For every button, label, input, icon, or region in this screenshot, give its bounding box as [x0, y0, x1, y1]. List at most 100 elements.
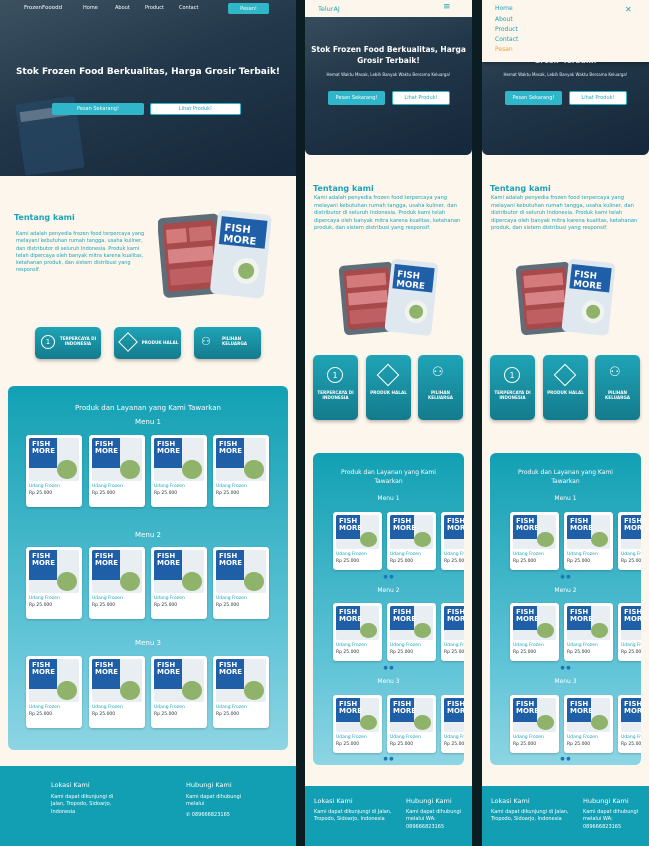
product-card[interactable]: FISHMORE Udang Frozen Rp 25.000	[213, 547, 269, 619]
nav-about[interactable]: About	[115, 5, 130, 11]
mobile-footer: Lokasi Kami Kami dapat dikunjungi di Jal…	[305, 786, 472, 846]
nav-contact[interactable]: Contact	[179, 5, 198, 11]
footer-contact-title: Hubungi Kami	[186, 781, 232, 789]
mobile-hero-subtitle: Hemat Waktu Masak, Lebih Banyak Waktu Be…	[326, 72, 451, 77]
mobile-order-button[interactable]: Pesan Sekarang!	[328, 91, 385, 105]
nav-home[interactable]: Home	[83, 5, 98, 11]
product-image: FISHMORE	[621, 515, 641, 549]
product-card[interactable]: FISHMORE Udang Frozen Rp 25.000	[89, 656, 145, 728]
product-card[interactable]: FISHMORE Udang Frozen Rp 25.000	[441, 512, 464, 570]
product-card[interactable]: FISHMORE Udang Frozen Rp 25.000	[26, 435, 82, 507]
halal-badge-icon	[118, 332, 138, 352]
product-card[interactable]: FISHMORE Udang Frozen Rp 25.000	[26, 656, 82, 728]
product-price: Rp 25.000	[444, 742, 464, 747]
dropdown-product[interactable]: Product	[495, 26, 518, 33]
menu-open-products-section: Produk dan Layanan yang Kami Tawarkan Me…	[490, 453, 641, 765]
footer-phone[interactable]: ✆ 089666823165	[186, 812, 230, 819]
product-card[interactable]: FISHMORE Udang Frozen Rp 25.000	[387, 695, 436, 753]
close-icon[interactable]: ✕	[625, 5, 632, 14]
about-text: Kami adalah penyedia frozen food terperc…	[16, 231, 145, 274]
product-name: Udang Frozen	[513, 552, 544, 557]
menu-open-feature-halal: PRODUK HALAL	[543, 355, 588, 420]
product-name: Udang Frozen	[29, 484, 60, 489]
mobile-frozen-food-image: FISH MORE	[338, 257, 439, 337]
product-name: Udang Frozen	[154, 705, 185, 710]
product-card[interactable]: FISHMORE Udang Frozen Rp 25.000	[510, 695, 559, 753]
mobile-footer-contact-text: Kami dapat dihubungi melalui WA: 0896668…	[406, 809, 462, 830]
product-image: FISHMORE	[567, 698, 610, 732]
product-card[interactable]: FISHMORE Udang Frozen Rp 25.000	[618, 512, 641, 570]
product-price: Rp 25.000	[216, 603, 240, 608]
product-card[interactable]: FISHMORE Udang Frozen Rp 25.000	[333, 603, 382, 661]
mobile-feature-trusted: 1 TERPERCAYA DI INDONESIA	[313, 355, 358, 420]
product-card[interactable]: FISHMORE Udang Frozen Rp 25.000	[213, 656, 269, 728]
product-card[interactable]: FISHMORE Udang Frozen Rp 25.000	[618, 603, 641, 661]
menu-open-feature-family: ⚇ PILIHAN KELUARGA	[595, 355, 640, 420]
mobile-about-title: Tentang kami	[313, 184, 374, 193]
hero-section: Stok Frozen Food Berkualitas, Harga Gros…	[0, 0, 296, 176]
product-image: FISHMORE	[390, 698, 433, 732]
product-card[interactable]: FISHMORE Udang Frozen Rp 25.000	[618, 695, 641, 753]
product-card[interactable]: FISHMORE Udang Frozen Rp 25.000	[441, 695, 464, 753]
product-image: FISHMORE	[621, 606, 641, 640]
menu-open-view-products-button[interactable]: Lihat Produk!	[569, 91, 627, 105]
dropdown-order[interactable]: Pesan	[495, 46, 513, 53]
menu-open-order-button[interactable]: Pesan Sekarang!	[505, 91, 562, 105]
top-navbar: FrozenFooodd Home About Product Contact …	[0, 0, 296, 16]
product-price: Rp 25.000	[154, 603, 178, 608]
product-card[interactable]: FISHMORE Udang Frozen Rp 25.000	[387, 512, 436, 570]
product-image: FISHMORE	[154, 438, 204, 481]
product-card[interactable]: FISHMORE Udang Frozen Rp 25.000	[151, 435, 207, 507]
dropdown-home[interactable]: Home	[495, 5, 513, 12]
dropdown-about[interactable]: About	[495, 16, 513, 23]
dropdown-contact[interactable]: Contact	[495, 36, 518, 43]
product-card[interactable]: FISHMORE Udang Frozen Rp 25.000	[213, 435, 269, 507]
mobile-footer-contact-title: Hubungi Kami	[406, 797, 452, 805]
product-card[interactable]: FISHMORE Udang Frozen Rp 25.000	[387, 603, 436, 661]
menu-3-title: Menu 3	[135, 639, 161, 647]
product-card[interactable]: FISHMORE Udang Frozen Rp 25.000	[333, 512, 382, 570]
product-card[interactable]: FISHMORE Udang Frozen Rp 25.000	[564, 603, 613, 661]
product-price: Rp 25.000	[567, 742, 591, 747]
feature-halal: PRODUK HALAL	[114, 327, 181, 359]
menu-open-footer-contact-title: Hubungi Kami	[583, 797, 629, 805]
product-image: FISHMORE	[390, 606, 433, 640]
product-image: FISHMORE	[29, 550, 79, 593]
product-name: Udang Frozen	[444, 552, 464, 557]
product-card[interactable]: FISHMORE Udang Frozen Rp 25.000	[89, 547, 145, 619]
desktop-view: Stok Frozen Food Berkualitas, Harga Gros…	[0, 0, 296, 846]
menu-open-footer-contact-text: Kami dapat dihubungi melalui WA: 0896668…	[583, 809, 639, 830]
product-image: FISHMORE	[621, 698, 641, 732]
order-now-button[interactable]: Pesan Sekarang!	[52, 103, 144, 115]
view-products-button[interactable]: Lihat Produk!	[150, 103, 241, 115]
nav-order-button[interactable]: Pesan!	[228, 3, 269, 14]
frozen-food-image: FISH MORE	[157, 208, 272, 300]
mobile-view-products-button[interactable]: Lihat Produk!	[392, 91, 450, 105]
product-card[interactable]: FISHMORE Udang Frozen Rp 25.000	[26, 547, 82, 619]
product-image: FISHMORE	[216, 550, 266, 593]
mobile-about-text: Kami adalah penyedia frozen food terperc…	[314, 195, 461, 232]
product-name: Udang Frozen	[92, 484, 123, 489]
product-price: Rp 25.000	[513, 650, 537, 655]
product-card[interactable]: FISHMORE Udang Frozen Rp 25.000	[333, 695, 382, 753]
brand-logo[interactable]: FrozenFooodd	[24, 5, 62, 11]
menu-open-family-icon: ⚇	[609, 365, 621, 380]
hamburger-menu-icon[interactable]: ≡	[443, 2, 451, 12]
product-card[interactable]: FISHMORE Udang Frozen Rp 25.000	[151, 547, 207, 619]
product-card[interactable]: FISHMORE Udang Frozen Rp 25.000	[564, 512, 613, 570]
product-card[interactable]: FISHMORE Udang Frozen Rp 25.000	[510, 512, 559, 570]
menu-open-frozen-food-image: FISH MORE	[515, 257, 616, 337]
dropdown-menu: Home About Product Contact Pesan ✕	[482, 0, 649, 62]
product-image: FISHMORE	[216, 438, 266, 481]
product-card[interactable]: FISHMORE Udang Frozen Rp 25.000	[89, 435, 145, 507]
product-card[interactable]: FISHMORE Udang Frozen Rp 25.000	[151, 656, 207, 728]
product-image: FISHMORE	[513, 606, 556, 640]
nav-product[interactable]: Product	[145, 5, 164, 11]
product-price: Rp 25.000	[216, 491, 240, 496]
mobile-brand-logo[interactable]: TelurAJ	[318, 5, 340, 13]
menu-open-hero-subtitle: Hemat Waktu Masak, Lebih Banyak Waktu Be…	[503, 72, 628, 77]
mobile-hero-section: Stok Frozen Food Berkualitas, Harga Gros…	[305, 0, 472, 155]
product-card[interactable]: FISHMORE Udang Frozen Rp 25.000	[510, 603, 559, 661]
product-card[interactable]: FISHMORE Udang Frozen Rp 25.000	[441, 603, 464, 661]
product-card[interactable]: FISHMORE Udang Frozen Rp 25.000	[564, 695, 613, 753]
